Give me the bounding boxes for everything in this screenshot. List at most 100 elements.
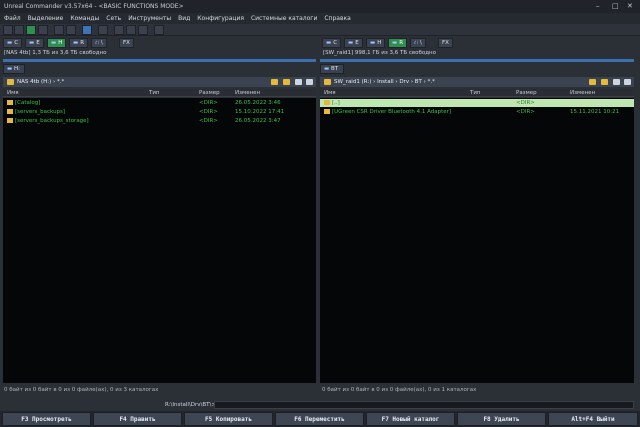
- drive-icon: ▬: [51, 40, 57, 46]
- drive-icon: ▬: [370, 40, 376, 46]
- menu-network[interactable]: Сеть: [102, 13, 124, 22]
- drive-icon: ▬: [326, 40, 332, 46]
- right-tabs: ▬ BT: [320, 64, 634, 74]
- left-tab-h[interactable]: ▬ H:: [3, 64, 25, 74]
- right-path-bar[interactable]: SW_raid1 (R:) › Install › Drv › BT › *.*: [320, 77, 634, 87]
- folder-sync-icon[interactable]: [138, 25, 148, 35]
- back-icon[interactable]: [3, 25, 13, 35]
- f8-delete-button[interactable]: F8 Удалить: [457, 412, 546, 426]
- right-status-bar: 0 байт из 0 байт в 0 из 0 файле(ах), 0 и…: [322, 387, 477, 393]
- f4-edit-button[interactable]: F4 Править: [93, 412, 182, 426]
- parent-folder-icon[interactable]: [624, 79, 631, 85]
- left-drive-fx[interactable]: FX: [119, 38, 134, 48]
- history-icon[interactable]: [589, 79, 596, 85]
- right-path: SW_raid1 (R:) › Install › Drv › BT › *.*: [334, 79, 435, 85]
- left-drive-bar: ▬ C ▬ E ▬ H ▬ R ⛙ \ FX: [3, 38, 315, 49]
- col-type[interactable]: Тип: [470, 90, 481, 96]
- right-drive-c[interactable]: ▬ C: [322, 38, 342, 48]
- menu-help[interactable]: Справка: [320, 13, 353, 22]
- left-drive-h[interactable]: ▬ H: [47, 38, 67, 48]
- command-line-path: R:\Install\Drv\BT\>: [165, 402, 216, 408]
- col-size[interactable]: Размер: [516, 90, 537, 96]
- table-row[interactable]: [Catalog] <DIR> 26.05.2022 3:46: [3, 99, 316, 107]
- settings-icon[interactable]: [82, 25, 92, 35]
- left-path-bar[interactable]: NAS 4tb (H:) › *.*: [3, 77, 316, 87]
- menu-bar: Файл Выделение Команды Сеть Инструменты Вид Ко…: [0, 13, 640, 24]
- left-drive-e[interactable]: ▬ E: [25, 38, 44, 48]
- play-icon[interactable]: [26, 25, 36, 35]
- menu-view[interactable]: Вид: [174, 13, 193, 22]
- right-tab-bt[interactable]: ▬ BT: [320, 64, 344, 74]
- favorites-icon[interactable]: [601, 79, 608, 85]
- menu-commands[interactable]: Команды: [66, 13, 102, 22]
- network-icon[interactable]: [114, 25, 124, 35]
- left-network-button[interactable]: ⛙ \: [91, 38, 107, 48]
- col-date[interactable]: Изменен: [235, 90, 260, 96]
- table-row[interactable]: [servers_backups] <DIR> 15.10.2022 17:41: [3, 108, 316, 116]
- network-drive-icon: ▬: [73, 40, 79, 46]
- command-line: R:\Install\Drv\BT\>: [0, 400, 640, 410]
- left-separator: [3, 59, 316, 62]
- search-icon[interactable]: [38, 25, 48, 35]
- left-space-info: [NAS 4tb] 1,3 ТБ из 3,6 ТБ свободно: [4, 50, 107, 56]
- copy-icon[interactable]: [54, 25, 64, 35]
- drive-icon: ▬: [29, 40, 35, 46]
- right-network-button[interactable]: ⛙ \: [410, 38, 426, 48]
- col-date[interactable]: Изменен: [570, 90, 595, 96]
- col-size[interactable]: Размер: [199, 90, 220, 96]
- table-row[interactable]: [servers_backups_storage] <DIR> 26.05.20…: [3, 117, 316, 125]
- col-name[interactable]: Имя: [324, 90, 336, 96]
- favorites-icon[interactable]: [283, 79, 290, 85]
- f7-new-folder-button[interactable]: F7 Новый каталог: [366, 412, 455, 426]
- drive-icon: ▬: [348, 40, 354, 46]
- menu-configuration[interactable]: Конфигурация: [193, 13, 247, 22]
- minimize-icon[interactable]: –: [596, 2, 600, 10]
- network-drive-icon: ▬: [392, 40, 398, 46]
- drive-icon: ▬: [7, 40, 13, 46]
- menu-tools[interactable]: Инструменты: [124, 13, 174, 22]
- left-drive-c[interactable]: ▬ C: [3, 38, 23, 48]
- left-tabs: ▬ H:: [3, 64, 316, 74]
- left-column-header: Имя Тип Размер Изменен: [3, 89, 316, 97]
- right-drive-fx[interactable]: FX: [438, 38, 453, 48]
- parent-folder-icon[interactable]: [306, 79, 313, 85]
- history-icon[interactable]: [271, 79, 278, 85]
- right-drive-bar: ▬ C ▬ E ▬ H ▬ R ⛙ \ FX: [322, 38, 634, 49]
- edit-icon[interactable]: [126, 25, 136, 35]
- table-row[interactable]: [UGreen CSR Driver Bluetooth 4.1 Adapter…: [320, 108, 634, 116]
- right-drive-r[interactable]: ▬ R: [388, 38, 408, 48]
- network-icon: ⛙: [414, 40, 418, 46]
- left-path: NAS 4tb (H:) › *.*: [17, 79, 65, 85]
- folder-icon: [7, 100, 13, 105]
- terminal-icon[interactable]: [98, 25, 108, 35]
- tab-drive-icon: ▬: [324, 66, 330, 72]
- right-drive-h[interactable]: ▬ H: [366, 38, 386, 48]
- table-row-selected[interactable]: [..] <DIR>: [320, 99, 634, 107]
- folder-icon: [324, 79, 331, 85]
- toolbar: [0, 24, 640, 36]
- folder-icon: [324, 109, 330, 114]
- tools-icon[interactable]: [154, 25, 164, 35]
- menu-selection[interactable]: Выделение: [24, 13, 67, 22]
- left-drive-r[interactable]: ▬ R: [69, 38, 89, 48]
- swap-panels-icon[interactable]: [66, 25, 76, 35]
- f5-copy-button[interactable]: F5 Копировать: [184, 412, 273, 426]
- f3-view-button[interactable]: F3 Просмотреть: [2, 412, 91, 426]
- alt-f4-exit-button[interactable]: Alt+F4 Выйти: [548, 412, 638, 426]
- tab-drive-icon: ▬: [7, 66, 13, 72]
- home-icon[interactable]: [295, 79, 302, 85]
- maximize-icon[interactable]: □: [612, 2, 619, 10]
- col-type[interactable]: Тип: [149, 90, 160, 96]
- close-icon[interactable]: ✕: [627, 2, 633, 10]
- f6-move-button[interactable]: F6 Переместить: [275, 412, 364, 426]
- col-name[interactable]: Имя: [7, 90, 19, 96]
- refresh-icon[interactable]: [14, 25, 24, 35]
- menu-file[interactable]: Файл: [0, 13, 24, 22]
- home-icon[interactable]: [613, 79, 620, 85]
- left-file-list[interactable]: [Catalog] <DIR> 26.05.2022 3:46 [servers…: [3, 98, 316, 383]
- right-drive-e[interactable]: ▬ E: [344, 38, 363, 48]
- command-line-input[interactable]: [214, 401, 634, 409]
- right-file-list[interactable]: [..] <DIR> [UGreen CSR Driver Bluetooth …: [320, 98, 634, 383]
- menu-system-folders[interactable]: Системные каталоги: [247, 13, 320, 22]
- left-status-bar: 0 байт из 0 байт в 0 из 0 файле(ах), 0 и…: [4, 387, 159, 393]
